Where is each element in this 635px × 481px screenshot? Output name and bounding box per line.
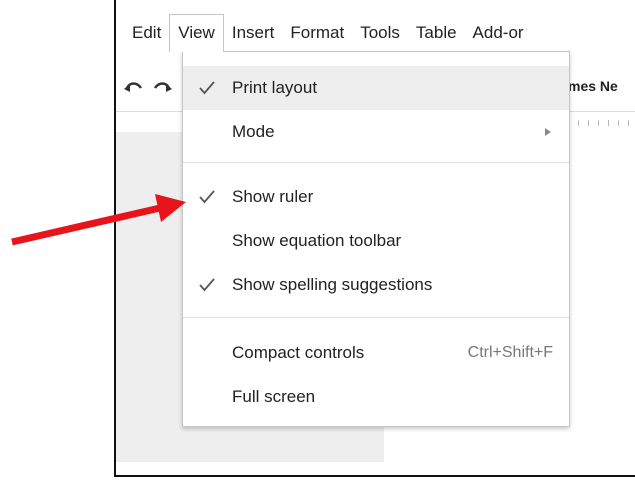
menu-separator [183, 317, 569, 318]
menu-view[interactable]: View [169, 14, 224, 52]
menu-option-label: Full screen [232, 387, 316, 406]
menu-option-show-equation-toolbar[interactable]: Show equation toolbar [183, 219, 569, 263]
submenu-arrow-icon [545, 128, 551, 136]
undo-icon[interactable] [122, 76, 144, 98]
check-icon [197, 275, 217, 295]
docs-window: Edit View Insert Format Tools Table Add-… [114, 0, 635, 477]
menu-option-label: Show equation toolbar [232, 231, 402, 250]
check-icon [197, 187, 217, 207]
menu-option-compact-controls[interactable]: Compact controls Ctrl+Shift+F [183, 331, 569, 375]
keyboard-shortcut: Ctrl+Shift+F [467, 344, 553, 361]
menu-option-label: Mode [232, 122, 275, 141]
menu-option-label: Compact controls [232, 343, 365, 362]
menu-edit[interactable]: Edit [116, 14, 169, 52]
menu-option-show-ruler[interactable]: Show ruler [183, 175, 569, 219]
menu-option-label: Show spelling suggestions [232, 275, 433, 294]
menu-option-label: Print layout [232, 78, 318, 97]
menu-option-show-spelling-suggestions[interactable]: Show spelling suggestions [183, 263, 569, 307]
menu-option-label: Show ruler [232, 187, 314, 206]
menu-insert[interactable]: Insert [224, 14, 283, 52]
screenshot-stage: Edit View Insert Format Tools Table Add-… [0, 0, 635, 481]
menu-option-print-layout[interactable]: Print layout [183, 66, 569, 110]
menu-option-mode[interactable]: Mode [183, 110, 569, 154]
ruler-ticks [568, 120, 635, 126]
font-name-selector[interactable]: mes Ne [568, 78, 618, 94]
check-icon [197, 78, 217, 98]
menu-option-full-screen[interactable]: Full screen [183, 375, 569, 419]
menu-table[interactable]: Table [408, 14, 465, 52]
menu-separator [183, 162, 569, 163]
menu-tools[interactable]: Tools [352, 14, 408, 52]
redo-icon[interactable] [152, 76, 174, 98]
view-menu-dropdown: Print layout Mode Show ruler Show equati… [182, 51, 570, 427]
menu-addons[interactable]: Add-or [465, 14, 532, 52]
menu-format[interactable]: Format [282, 14, 352, 52]
menu-bar: Edit View Insert Format Tools Table Add-… [116, 14, 635, 52]
